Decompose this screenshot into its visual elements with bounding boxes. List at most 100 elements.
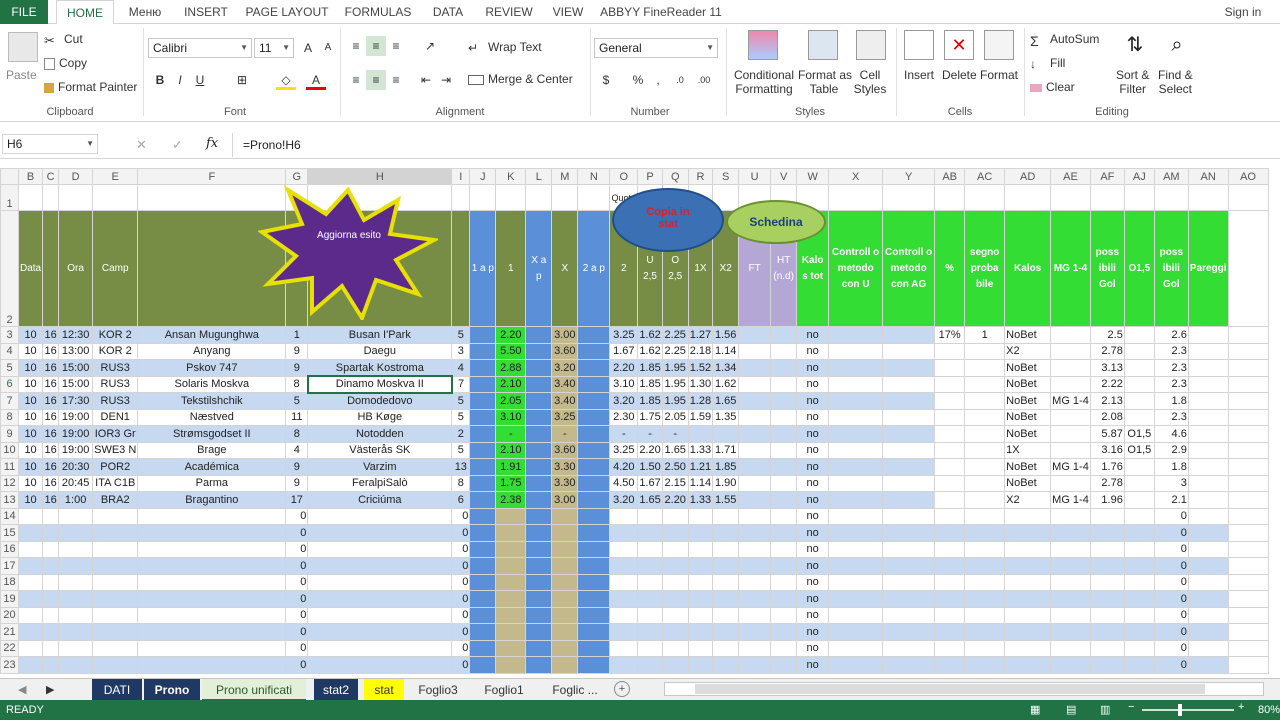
- header-cell-j[interactable]: [469, 184, 497, 211]
- cell-l[interactable]: [525, 326, 553, 344]
- cell-n[interactable]: [577, 425, 611, 443]
- cell-h[interactable]: [307, 606, 453, 624]
- cell-f[interactable]: [137, 606, 287, 624]
- cell-y[interactable]: [882, 375, 936, 393]
- fill-button[interactable]: ↓ Fill: [1030, 56, 1065, 71]
- cell-ao[interactable]: [1227, 408, 1269, 426]
- horizontal-scrollbar[interactable]: [664, 682, 1264, 696]
- cell-o[interactable]: -: [609, 425, 639, 443]
- column-header[interactable]: W: [796, 168, 830, 185]
- cell-h[interactable]: Dinamo Moskva II: [306, 375, 453, 394]
- cell-g[interactable]: 0: [285, 524, 309, 542]
- cell-e[interactable]: SWE3 N: [92, 441, 139, 459]
- font-name-select[interactable]: Calibri ▼: [148, 38, 252, 58]
- cell-b[interactable]: 10: [17, 408, 44, 426]
- row-header[interactable]: 12: [0, 474, 19, 492]
- cell-ao[interactable]: [1227, 375, 1269, 393]
- cell-d[interactable]: [58, 606, 94, 624]
- wrap-text-button[interactable]: ↵ Wrap Text: [468, 40, 542, 55]
- cell-aj[interactable]: [1123, 656, 1155, 674]
- cell-p[interactable]: [637, 639, 663, 657]
- cell-af[interactable]: 2.22: [1089, 375, 1125, 393]
- cell-k[interactable]: 2.10: [495, 441, 527, 459]
- cell-p[interactable]: [637, 656, 663, 674]
- header-cell-aj[interactable]: O1,5: [1123, 210, 1155, 327]
- cell-ao[interactable]: [1227, 458, 1269, 476]
- column-header[interactable]: Q: [661, 168, 689, 185]
- cell-m[interactable]: [551, 656, 579, 674]
- cell-af[interactable]: [1089, 573, 1125, 591]
- cell-i[interactable]: 13: [451, 458, 471, 476]
- cell-d[interactable]: [58, 507, 94, 525]
- column-header[interactable]: O: [609, 168, 639, 185]
- cell-an[interactable]: [1187, 507, 1229, 525]
- cell-h[interactable]: [307, 557, 453, 575]
- cell-o[interactable]: [609, 623, 639, 641]
- cell-af[interactable]: 2.78: [1089, 342, 1125, 360]
- cell-b[interactable]: [17, 507, 44, 525]
- cell-af[interactable]: [1089, 623, 1125, 641]
- fill-color-icon[interactable]: ◇: [276, 70, 296, 90]
- cell-n[interactable]: [577, 375, 611, 393]
- cell-e[interactable]: [92, 557, 139, 575]
- cell-rr[interactable]: 1.21: [687, 458, 714, 476]
- cell-ae[interactable]: [1050, 507, 1091, 525]
- cell-h[interactable]: Spartak Kostroma: [307, 359, 453, 377]
- cell-w[interactable]: no: [796, 639, 830, 657]
- cell-an[interactable]: [1187, 425, 1229, 443]
- cell-x[interactable]: [828, 540, 884, 558]
- cell-af[interactable]: 3.16: [1089, 441, 1125, 459]
- column-header[interactable]: AC: [964, 168, 1006, 185]
- cell-e[interactable]: [92, 524, 139, 542]
- cell-an[interactable]: [1187, 491, 1229, 509]
- cell-an[interactable]: [1187, 441, 1229, 459]
- cell-e[interactable]: DEN1: [92, 408, 139, 426]
- cell-h[interactable]: Notodden: [307, 425, 453, 443]
- cell-ae[interactable]: [1050, 359, 1091, 377]
- cell-c[interactable]: [42, 507, 60, 525]
- cell-af[interactable]: 5.87: [1089, 425, 1125, 443]
- cell-k[interactable]: 2.10: [495, 375, 527, 393]
- cell-d[interactable]: 15:00: [58, 375, 94, 393]
- delete-button[interactable]: Delete: [942, 68, 977, 82]
- cell-d[interactable]: 20:30: [58, 458, 94, 476]
- cell-m[interactable]: [551, 623, 579, 641]
- cell-o[interactable]: [609, 639, 639, 657]
- cell-ad[interactable]: 1X: [1004, 441, 1052, 459]
- cell-ad[interactable]: [1004, 540, 1052, 558]
- currency-button[interactable]: $: [596, 70, 616, 90]
- header-cell-am[interactable]: [1153, 184, 1189, 211]
- cell-f[interactable]: Ansan Mugunghwa: [137, 326, 287, 344]
- cell-e[interactable]: [92, 573, 139, 591]
- row-header[interactable]: 20: [0, 606, 19, 624]
- bold-button[interactable]: B: [150, 70, 170, 90]
- cell-o[interactable]: [609, 524, 639, 542]
- cell-d[interactable]: [58, 573, 94, 591]
- cell-d[interactable]: [58, 623, 94, 641]
- header-cell-ao[interactable]: [1227, 184, 1269, 211]
- cell-an[interactable]: [1187, 540, 1229, 558]
- cell-e[interactable]: [92, 540, 139, 558]
- cell-am[interactable]: 0: [1153, 590, 1189, 608]
- cell-m[interactable]: [551, 557, 579, 575]
- cell-am[interactable]: 0: [1153, 540, 1189, 558]
- cell-u[interactable]: [738, 606, 772, 624]
- column-header[interactable]: B: [17, 168, 44, 185]
- cell-e[interactable]: [92, 507, 139, 525]
- cell-aj[interactable]: [1123, 375, 1155, 393]
- cell-ac[interactable]: [964, 491, 1006, 509]
- cell-x[interactable]: [828, 342, 884, 360]
- cell-aj[interactable]: [1123, 392, 1155, 410]
- cell-f[interactable]: Tekstilshchik: [137, 392, 287, 410]
- cell-k[interactable]: [495, 623, 527, 641]
- cell-j[interactable]: [469, 606, 497, 624]
- cell-s[interactable]: 1.56: [712, 326, 740, 344]
- cell-ad[interactable]: NoBet: [1004, 474, 1052, 492]
- cell-b[interactable]: [17, 573, 44, 591]
- cell-n[interactable]: [577, 557, 611, 575]
- cell-an[interactable]: [1187, 557, 1229, 575]
- paste-button[interactable]: Paste: [6, 68, 37, 82]
- cell-p[interactable]: 2.20: [637, 441, 663, 459]
- cell-rr[interactable]: [687, 656, 714, 674]
- cell-c[interactable]: [42, 557, 60, 575]
